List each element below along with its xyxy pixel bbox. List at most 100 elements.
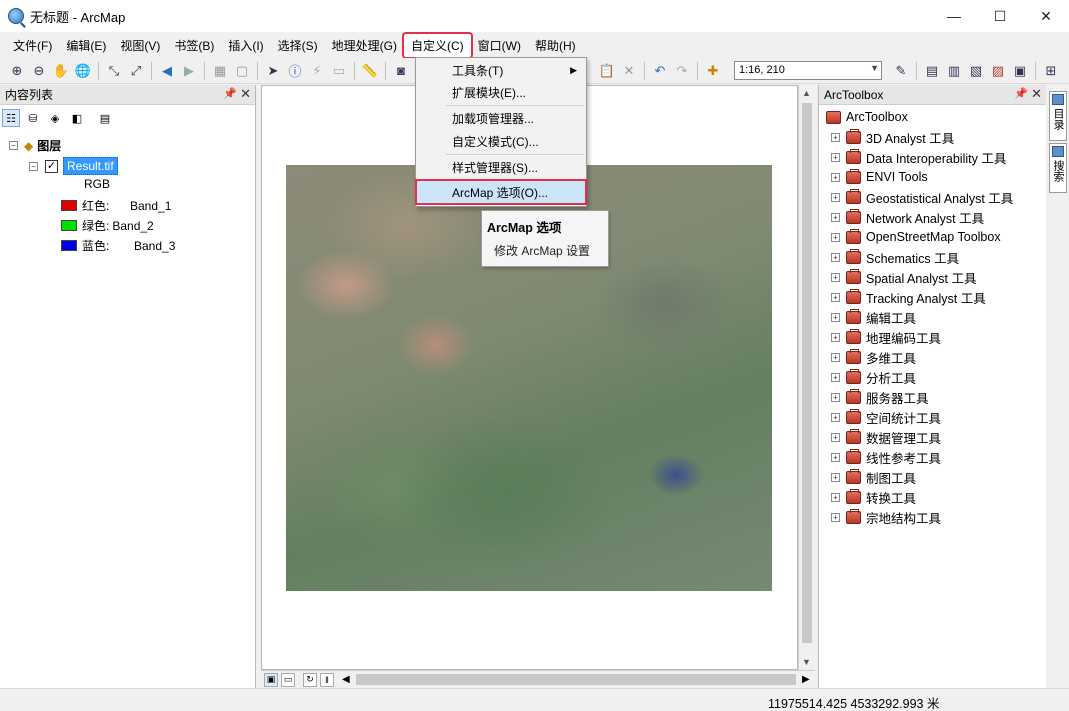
- menu-help[interactable]: 帮助(H): [528, 34, 583, 57]
- expand-icon[interactable]: +: [831, 512, 840, 522]
- search-window-icon[interactable]: ▧: [967, 62, 985, 80]
- layer-row[interactable]: − ✓ Result.tif: [29, 157, 118, 175]
- table-of-contents-window-icon[interactable]: ▤: [923, 62, 941, 80]
- maximize-button[interactable]: ☐: [977, 0, 1023, 32]
- paste-icon[interactable]: 📋: [598, 62, 616, 80]
- pan-hand-icon[interactable]: ✋: [52, 62, 70, 80]
- arctoolbox-window-icon[interactable]: ▨: [989, 62, 1007, 80]
- layer-name[interactable]: Result.tif: [63, 157, 118, 175]
- toolbox-item[interactable]: + Schematics 工具: [831, 248, 959, 266]
- menu-item-extensions[interactable]: 扩展模块(E)...: [417, 81, 585, 103]
- identify-icon[interactable]: ⓘ: [286, 62, 304, 80]
- list-by-source-icon[interactable]: ⛁: [24, 109, 42, 127]
- toolbox-item[interactable]: + 服务器工具: [831, 388, 929, 406]
- expand-icon[interactable]: +: [831, 292, 840, 302]
- clear-selection-icon[interactable]: ▢: [233, 62, 251, 80]
- pin-icon[interactable]: 📌: [1014, 87, 1028, 100]
- menu-view[interactable]: 视图(V): [113, 34, 167, 57]
- expand-icon[interactable]: +: [831, 432, 840, 442]
- toolbox-item[interactable]: + 多维工具: [831, 348, 916, 366]
- expand-icon[interactable]: +: [831, 412, 840, 422]
- hyperlink-icon[interactable]: ⚡: [308, 62, 326, 80]
- expand-icon[interactable]: +: [831, 152, 840, 162]
- close-icon[interactable]: ✕: [240, 86, 251, 102]
- expand-icon[interactable]: +: [831, 272, 840, 282]
- expand-icon[interactable]: +: [831, 332, 840, 342]
- menu-geoprocessing[interactable]: 地理处理(G): [325, 34, 404, 57]
- zoom-out-icon[interactable]: ⊖: [30, 62, 48, 80]
- fixed-zoom-in-icon[interactable]: ⤡: [105, 62, 123, 80]
- toolbox-item[interactable]: + Spatial Analyst 工具: [831, 268, 976, 286]
- minimize-button[interactable]: —: [931, 0, 977, 32]
- python-window-icon[interactable]: ▣: [1011, 62, 1029, 80]
- list-by-drawing-order-icon[interactable]: ☷: [2, 109, 20, 127]
- back-arrow-icon[interactable]: ◀: [158, 62, 176, 80]
- toolbox-item[interactable]: + 转换工具: [831, 488, 916, 506]
- arctoolbox-root[interactable]: ArcToolbox: [826, 108, 908, 126]
- menu-customize[interactable]: 自定义(C): [401, 31, 473, 59]
- measure-icon[interactable]: 📏: [361, 62, 379, 80]
- zoom-in-icon[interactable]: ⊕: [8, 62, 26, 80]
- expand-icon[interactable]: +: [831, 232, 840, 242]
- toolbox-item[interactable]: + ENVI Tools: [831, 168, 928, 186]
- fixed-zoom-out-icon[interactable]: ⤢: [127, 62, 145, 80]
- menu-bookmarks[interactable]: 书签(B): [167, 34, 221, 57]
- toolbox-item[interactable]: + Network Analyst 工具: [831, 208, 984, 226]
- menu-insert[interactable]: 插入(I): [221, 34, 270, 57]
- toolbox-item[interactable]: + 线性参考工具: [831, 448, 941, 466]
- search-tab[interactable]: 搜索: [1049, 143, 1067, 193]
- menu-edit[interactable]: 编辑(E): [59, 34, 113, 57]
- expand-icon[interactable]: +: [831, 352, 840, 362]
- expand-icon[interactable]: +: [831, 372, 840, 382]
- expand-icon[interactable]: +: [831, 252, 840, 262]
- expand-icon[interactable]: +: [831, 392, 840, 402]
- menu-item-style-manager[interactable]: 样式管理器(S)...: [417, 156, 585, 178]
- full-extent-globe-icon[interactable]: 🌐: [74, 62, 92, 80]
- toolbox-item[interactable]: + 数据管理工具: [831, 428, 941, 446]
- expand-icon[interactable]: +: [831, 452, 840, 462]
- toolbox-item[interactable]: + Data Interoperability 工具: [831, 148, 1006, 166]
- select-elements-pointer-icon[interactable]: ➤: [264, 62, 282, 80]
- toolbox-item[interactable]: + 分析工具: [831, 368, 916, 386]
- toolbox-item[interactable]: + Geostatistical Analyst 工具: [831, 188, 1013, 206]
- toolbox-item[interactable]: + 空间统计工具: [831, 408, 941, 426]
- menu-selection[interactable]: 选择(S): [271, 34, 325, 57]
- layer-visibility-checkbox[interactable]: ✓: [45, 159, 58, 173]
- catalog-tab[interactable]: 目录: [1049, 91, 1067, 141]
- menu-item-toolbars[interactable]: 工具条(T) ▶: [417, 59, 585, 81]
- modelbuilder-icon[interactable]: ⊞: [1042, 62, 1060, 80]
- add-data-icon[interactable]: ✚: [704, 62, 722, 80]
- scroll-right-icon[interactable]: ▶: [802, 674, 810, 685]
- close-button[interactable]: ✕: [1023, 0, 1069, 32]
- select-features-icon[interactable]: ▦: [211, 62, 229, 80]
- pause-drawing-icon[interactable]: ǁ: [320, 672, 334, 687]
- menu-item-addin-manager[interactable]: 加载项管理器...: [417, 107, 585, 129]
- forward-arrow-icon[interactable]: ▶: [180, 62, 198, 80]
- toolbox-item[interactable]: + Tracking Analyst 工具: [831, 288, 986, 306]
- expand-icon[interactable]: +: [831, 312, 840, 322]
- editor-toolbar-icon[interactable]: ✎: [892, 62, 910, 80]
- map-horizontal-scrollbar[interactable]: [356, 674, 796, 685]
- pin-icon[interactable]: 📌: [223, 87, 237, 100]
- layout-view-icon[interactable]: ▭: [281, 672, 295, 687]
- expand-icon[interactable]: +: [831, 192, 840, 202]
- refresh-icon[interactable]: ↻: [303, 672, 317, 687]
- catalog-window-icon[interactable]: ▥: [945, 62, 963, 80]
- toolbox-item[interactable]: + 地理编码工具: [831, 328, 941, 346]
- delete-icon[interactable]: ✕: [620, 62, 638, 80]
- close-icon[interactable]: ✕: [1031, 86, 1042, 102]
- scroll-thumb[interactable]: [802, 103, 812, 643]
- list-by-visibility-icon[interactable]: ◈: [46, 109, 64, 127]
- toolbox-item[interactable]: + 编辑工具: [831, 308, 916, 326]
- find-binoculars-icon[interactable]: ◙: [392, 62, 410, 80]
- html-popup-icon[interactable]: ▭: [330, 62, 348, 80]
- menu-item-customize-mode[interactable]: 自定义模式(C)...: [417, 130, 585, 152]
- expand-icon[interactable]: +: [831, 492, 840, 502]
- scroll-up-icon[interactable]: ▲: [802, 88, 811, 98]
- layers-node[interactable]: − ◆ 图层: [9, 137, 61, 154]
- list-by-selection-icon[interactable]: ◧: [68, 109, 86, 127]
- map-scale-combobox[interactable]: 1:16, 210 ▼: [734, 61, 882, 80]
- toolbox-item[interactable]: +3D Analyst 工具: [831, 128, 954, 146]
- expand-icon[interactable]: +: [831, 212, 840, 222]
- toolbox-item[interactable]: + 制图工具: [831, 468, 916, 486]
